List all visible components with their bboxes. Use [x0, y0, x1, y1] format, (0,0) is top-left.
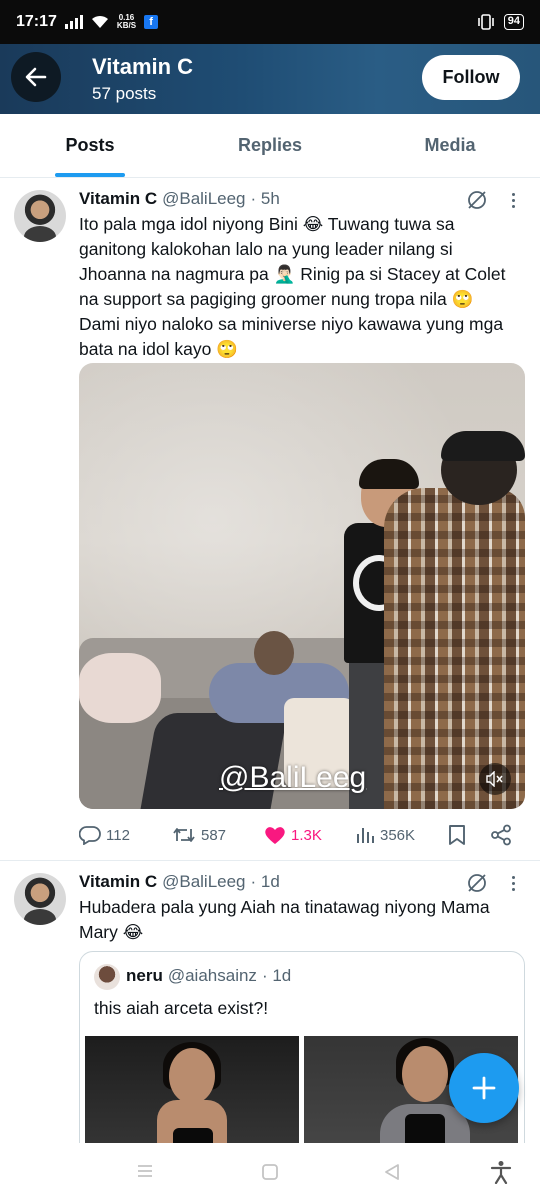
repost-button[interactable]: 587	[172, 825, 226, 845]
repost-icon	[173, 828, 195, 842]
heart-icon	[265, 827, 285, 844]
arrow-left-icon	[25, 67, 47, 87]
video-watermark: @BaliLeeg	[219, 761, 367, 794]
avatar[interactable]	[14, 190, 66, 242]
post-time: · 1d	[250, 872, 280, 891]
quoted-post[interactable]: neru @aiahsainz · 1d this aiah arceta ex…	[79, 951, 525, 1171]
views-icon	[357, 828, 374, 843]
tab-media[interactable]: Media	[360, 114, 540, 177]
home-icon[interactable]	[261, 1163, 279, 1181]
post-header: Vitamin C @BaliLeeg · 5h	[79, 189, 280, 209]
views-button[interactable]: 356K	[355, 825, 415, 845]
grok-icon[interactable]	[466, 189, 488, 211]
back-button[interactable]	[11, 52, 61, 102]
menu-icon[interactable]	[136, 1163, 154, 1179]
repost-count: 587	[201, 826, 227, 844]
post-actions: 112 587 1.3K 356K	[79, 820, 525, 850]
post-divider	[0, 860, 540, 861]
post-text: Ito pala mga idol niyong Bini 😂 Tuwang t…	[79, 214, 506, 359]
bookmark-button[interactable]	[448, 824, 466, 846]
status-time: 17:17	[16, 13, 57, 30]
post-header: Vitamin C @BaliLeeg · 1d	[79, 872, 280, 892]
profile-name: Vitamin C	[92, 54, 194, 79]
quoted-author-name[interactable]: neru	[126, 966, 163, 986]
post-count: 57 posts	[92, 84, 157, 103]
system-nav-bar	[0, 1143, 540, 1200]
bookmark-icon	[449, 825, 465, 845]
grok-icon[interactable]	[466, 872, 488, 894]
accessibility-icon[interactable]	[490, 1160, 512, 1184]
network-speed: 0.16 KB/S	[116, 13, 137, 30]
profile-tabs: Posts Replies Media	[0, 114, 540, 178]
muted-speaker-icon	[486, 771, 503, 787]
avatar[interactable]	[14, 873, 66, 925]
reply-button[interactable]: 112	[79, 825, 130, 845]
post-time: · 5h	[250, 189, 280, 208]
quoted-author-handle[interactable]: @aiahsainz	[168, 966, 257, 986]
view-count: 356K	[380, 826, 416, 844]
tab-posts[interactable]: Posts	[0, 114, 180, 177]
signal-icon	[64, 15, 83, 29]
quoted-post-time: · 1d	[261, 966, 292, 985]
more-options-icon[interactable]	[512, 873, 518, 894]
share-button[interactable]	[490, 824, 512, 846]
status-bar: 17:17 0.16 KB/S f 94	[0, 0, 540, 44]
author-name[interactable]: Vitamin C	[79, 189, 157, 209]
more-options-icon[interactable]	[512, 190, 518, 211]
post-video[interactable]: @BaliLeeg	[79, 363, 525, 809]
author-name[interactable]: Vitamin C	[79, 872, 157, 892]
quoted-post-text: this aiah arceta exist?!	[94, 998, 269, 1018]
avatar[interactable]	[94, 964, 120, 990]
wifi-icon	[91, 15, 108, 28]
compose-button[interactable]	[449, 1053, 519, 1123]
back-triangle-icon[interactable]	[383, 1163, 401, 1181]
reply-icon	[79, 826, 101, 845]
tab-replies[interactable]: Replies	[180, 114, 360, 177]
like-button[interactable]: 1.3K	[264, 825, 322, 845]
share-icon	[491, 824, 511, 846]
like-count: 1.3K	[291, 826, 322, 844]
mute-button[interactable]	[479, 763, 511, 795]
plus-icon	[472, 1076, 496, 1100]
reply-count: 112	[106, 826, 130, 844]
author-handle[interactable]: @BaliLeeg	[162, 189, 245, 209]
author-handle[interactable]: @BaliLeeg	[162, 872, 245, 892]
profile-header: Vitamin C 57 posts Follow	[0, 44, 540, 114]
facebook-icon: f	[144, 15, 159, 29]
battery-indicator: 94	[503, 14, 524, 30]
vibrate-icon	[477, 14, 494, 30]
post-text: Hubadera pala yung Aiah na tinatawag niy…	[79, 897, 490, 942]
follow-button[interactable]: Follow	[422, 55, 520, 100]
quoted-post-header: neru @aiahsainz · 1d	[126, 966, 291, 986]
